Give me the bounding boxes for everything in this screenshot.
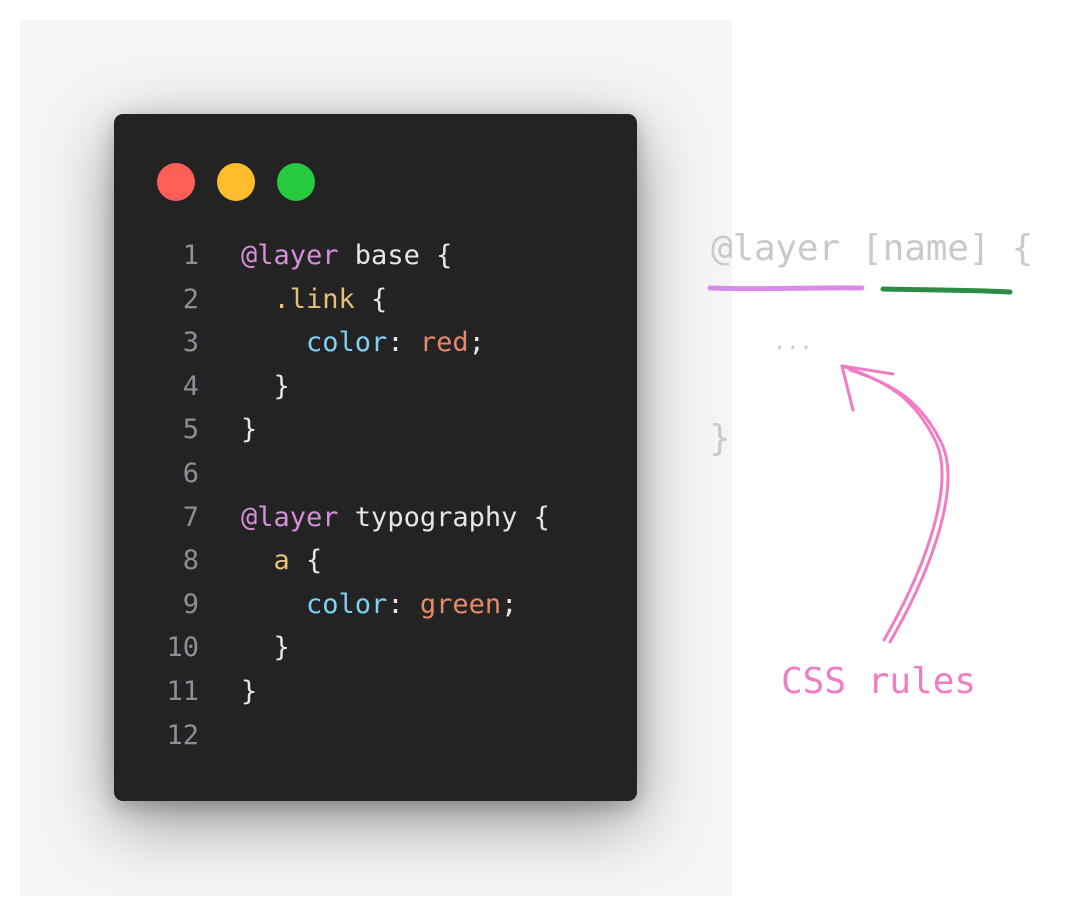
code-text: color: red;: [241, 321, 485, 365]
code-line: 6: [114, 452, 199, 496]
code-token: {: [354, 283, 388, 315]
code-token: @layer: [241, 501, 339, 533]
line-number: 11: [166, 676, 199, 707]
line-number: 2: [182, 283, 199, 315]
code-line: 12: [114, 714, 199, 758]
curved-arrow-icon: [840, 364, 950, 644]
code-window: 1 @layer base {2 .link {3 color: red; 4 } 5…: [114, 114, 637, 801]
code-token: ;: [501, 588, 518, 620]
code-token: typography {: [338, 501, 550, 533]
code-text: }: [241, 408, 257, 452]
line-number: 8: [182, 545, 199, 577]
code-token: base {: [338, 240, 453, 271]
close-dot-icon: [157, 163, 195, 201]
code-token: }: [241, 414, 258, 446]
css-rules-label: CSS rules: [781, 661, 977, 702]
code-text: }: [241, 365, 290, 409]
code-token: color: [241, 588, 388, 620]
line-number: 12: [166, 719, 199, 751]
layer-underline: [707, 285, 865, 292]
code-line: 7 @layer typography {: [114, 496, 550, 540]
line-number: 4: [182, 370, 199, 402]
code-text: color: green;: [241, 583, 517, 627]
maximize-dot-icon: [277, 163, 315, 201]
code-token: ;: [468, 327, 485, 359]
code-token: .link: [241, 283, 355, 315]
minimize-dot-icon: [217, 163, 255, 201]
code-token: color: [241, 327, 388, 359]
layer-syntax-text: @layer [name] {: [711, 228, 1034, 269]
code-line: 3 color: red;: [114, 321, 485, 365]
code-text: @layer typography {: [241, 496, 550, 540]
code-text: }: [241, 626, 290, 670]
line-number: 9: [182, 588, 199, 620]
code-token: }: [241, 632, 290, 664]
code-line: 11}: [114, 670, 257, 714]
ellipsis-text: ...: [773, 330, 813, 355]
code-text: @layer base {: [241, 234, 452, 278]
code-line: 5}: [114, 408, 258, 452]
line-number: 10: [166, 632, 199, 664]
code-token: red: [419, 327, 469, 359]
line-number: 5: [182, 414, 199, 446]
code-line: 2 .link {: [114, 278, 388, 322]
code-text: }: [241, 670, 257, 714]
line-number: 6: [182, 458, 199, 489]
line-number: 7: [182, 501, 199, 533]
code-token: }: [241, 676, 258, 707]
code-line: 4 }: [114, 365, 290, 409]
code-text: .link {: [241, 278, 388, 322]
code-token: green: [419, 588, 502, 620]
line-number: 1: [182, 240, 199, 271]
code-token: @layer: [241, 240, 339, 271]
code-token: :: [387, 327, 420, 359]
code-line: 10 }: [114, 626, 289, 670]
code-token: {: [289, 545, 323, 577]
code-line: 8 a {: [114, 539, 323, 583]
code-line: 9 color: green;: [114, 583, 518, 627]
code-token: }: [241, 370, 290, 402]
diagram-canvas: 1 @layer base {2 .link {3 color: red; 4 } 5…: [0, 0, 1081, 916]
code-token: a: [241, 545, 290, 577]
code-token: :: [387, 588, 420, 620]
code-line: 1 @layer base {: [114, 234, 453, 278]
code-text: a {: [241, 539, 323, 583]
name-underline: [880, 286, 1013, 295]
line-number: 3: [182, 327, 199, 359]
closing-brace-text: }: [709, 418, 731, 459]
